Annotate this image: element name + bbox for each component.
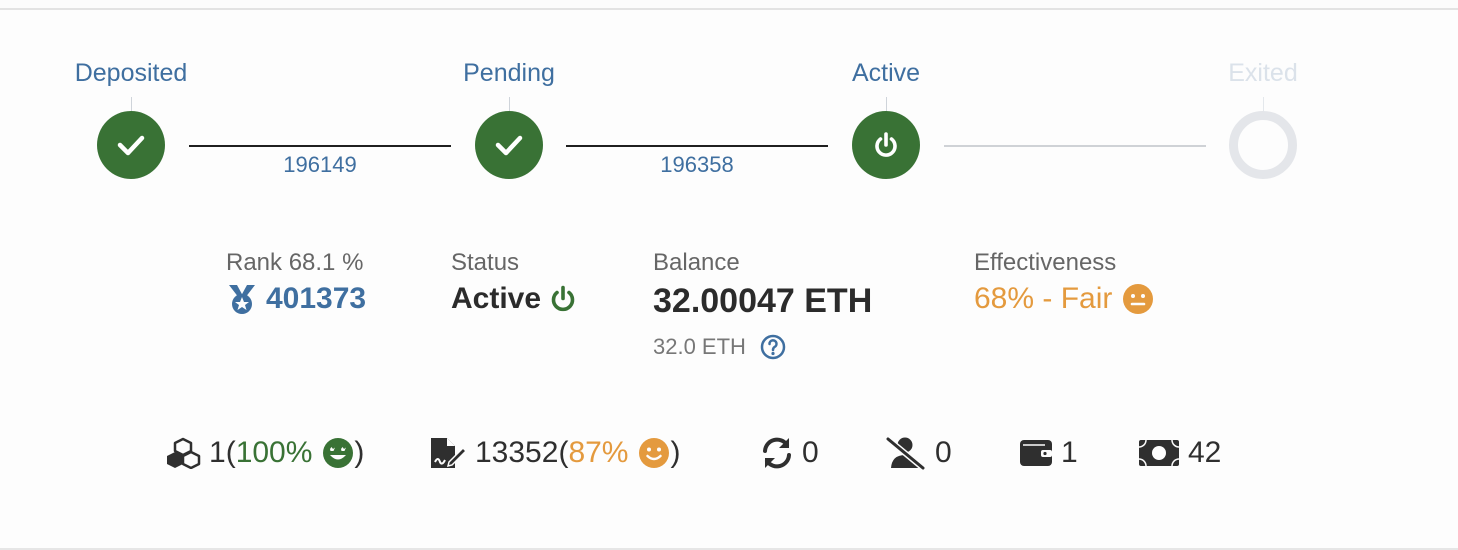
question-circle-icon[interactable]: [760, 334, 786, 360]
happy-face-icon: [323, 438, 354, 468]
step-tick: [886, 97, 887, 111]
proposals-metric[interactable]: 1(100% ): [165, 436, 364, 470]
step-active-circle: [852, 111, 920, 179]
status-value: Active: [451, 282, 577, 316]
step-label-pending: Pending: [463, 59, 555, 87]
effective-balance-value: 32.0 ETH: [653, 334, 746, 359]
slashings-metric[interactable]: 0: [885, 436, 952, 470]
paren-close: ): [670, 436, 681, 469]
step-label-exited: Exited: [1228, 59, 1298, 87]
paren-close: ): [354, 436, 365, 469]
cubes-icon: [167, 437, 201, 469]
effectiveness-label: Effectiveness: [974, 249, 1117, 276]
attestations-percent: 87%: [568, 436, 629, 469]
step-label-active: Active: [851, 59, 921, 87]
deposits-count: 1: [1061, 436, 1078, 469]
epoch-link-activation[interactable]: 196358: [617, 152, 777, 178]
slashings-count: 0: [935, 436, 952, 469]
effectiveness-text: 68% - Fair: [974, 282, 1113, 315]
step-deposited-circle: [97, 111, 165, 179]
check-icon: [117, 135, 145, 156]
rank-number: 401373: [266, 282, 367, 315]
sync-metric[interactable]: 0: [760, 436, 819, 470]
attestations-count: 13352: [475, 436, 559, 469]
proposals-percent: 100%: [235, 436, 313, 469]
epoch-link-activation-eligibility[interactable]: 196149: [240, 152, 400, 178]
effectiveness-value: 68% - Fair: [974, 282, 1154, 316]
rank-label: Rank 68.1 %: [226, 249, 364, 276]
sync-count: 0: [802, 436, 819, 469]
money-bill-icon: [1138, 439, 1180, 467]
paren-open: (: [558, 436, 569, 469]
medal-icon: [229, 285, 255, 314]
connector-line: [944, 145, 1206, 147]
connector-line: [566, 145, 828, 147]
step-exited-ring: [1229, 111, 1297, 179]
connector-line: [189, 145, 451, 147]
power-icon: [875, 132, 897, 157]
wallet-icon: [1020, 440, 1052, 466]
effective-balance: 32.0 ETH: [653, 334, 786, 360]
step-tick: [131, 97, 132, 111]
paren-open: (: [225, 436, 236, 469]
step-tick: [1263, 97, 1264, 111]
step-tick: [509, 97, 510, 111]
file-signature-icon: [431, 438, 467, 468]
proposals-count: 1: [209, 436, 226, 469]
status-text: Active: [451, 282, 542, 315]
deposits-metric[interactable]: 1: [1019, 436, 1078, 470]
neutral-face-icon: [1123, 284, 1154, 314]
user-slash-icon: [886, 436, 925, 470]
smile-face-icon: [639, 438, 670, 468]
balance-value: 32.00047 ETH: [653, 282, 873, 320]
withdrawals-count: 42: [1188, 436, 1222, 469]
sync-icon: [763, 437, 791, 469]
balance-label: Balance: [653, 249, 740, 276]
attestations-metric[interactable]: 13352(87% ): [429, 436, 680, 470]
withdrawals-metric[interactable]: 42: [1138, 436, 1221, 470]
step-pending-circle: [475, 111, 543, 179]
power-icon: [551, 285, 575, 312]
step-label-deposited: Deposited: [74, 59, 188, 87]
status-label: Status: [451, 249, 520, 276]
rank-value[interactable]: 401373: [226, 282, 366, 316]
check-icon: [495, 135, 523, 156]
